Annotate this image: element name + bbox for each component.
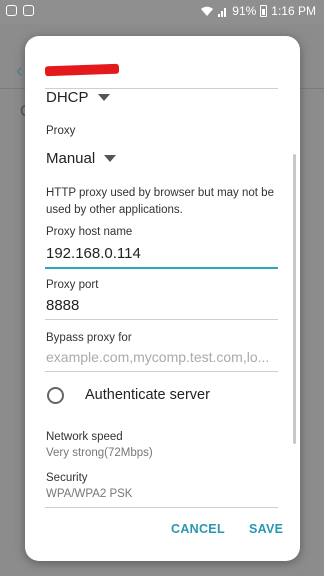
proxy-host-label: Proxy host name [46, 226, 133, 238]
battery-icon [260, 5, 268, 17]
proxy-port-label: Proxy port [46, 279, 99, 291]
bypass-proxy-underline [45, 371, 278, 372]
proxy-port-underline [45, 319, 278, 320]
ip-settings-dropdown[interactable]: DHCP [46, 89, 110, 106]
security-label: Security [46, 472, 88, 484]
proxy-port-input[interactable]: 8888 [46, 297, 79, 314]
save-button[interactable]: SAVE [249, 522, 283, 536]
bypass-proxy-label: Bypass proxy for [46, 332, 132, 344]
status-left-icons [6, 5, 34, 16]
proxy-value: Manual [46, 150, 96, 167]
network-speed-value: Very strong(72Mbps) [46, 447, 153, 459]
signal-icon [218, 7, 227, 17]
wifi-network-dialog: DHCP Proxy Manual HTTP proxy used by bro… [25, 36, 300, 561]
proxy-host-input[interactable]: 192.168.0.114 [46, 245, 141, 262]
security-divider [45, 507, 278, 508]
ip-settings-value: DHCP [46, 89, 89, 106]
proxy-help-text: HTTP proxy used by browser but may not b… [46, 187, 274, 216]
bypass-proxy-input[interactable]: example.com,mycomp.test.com,lo... [46, 349, 278, 365]
wifi-icon [201, 6, 214, 16]
cancel-button[interactable]: CANCEL [171, 522, 225, 536]
gallery-icon [23, 5, 34, 16]
dialog-scrollbar[interactable] [293, 154, 296, 444]
network-speed-label: Network speed [46, 431, 123, 443]
proxy-dropdown[interactable]: Manual [46, 150, 117, 167]
instagram-icon [6, 5, 17, 16]
battery-percent: 91% [232, 4, 257, 18]
security-value: WPA/WPA2 PSK [46, 488, 133, 500]
authenticate-server-radio[interactable] [47, 387, 64, 404]
dropdown-arrow-icon [104, 155, 117, 162]
back-arrow-icon: ‹ [16, 60, 23, 82]
status-right: 91% 1:16 PM [200, 4, 316, 18]
dropdown-arrow-icon [97, 94, 110, 101]
proxy-host-underline [45, 267, 278, 269]
proxy-label: Proxy [46, 125, 76, 137]
redacted-network-name [44, 63, 120, 77]
status-time: 1:16 PM [271, 4, 316, 18]
authenticate-server-label[interactable]: Authenticate server [85, 387, 210, 403]
status-bar: 91% 1:16 PM [0, 0, 324, 24]
